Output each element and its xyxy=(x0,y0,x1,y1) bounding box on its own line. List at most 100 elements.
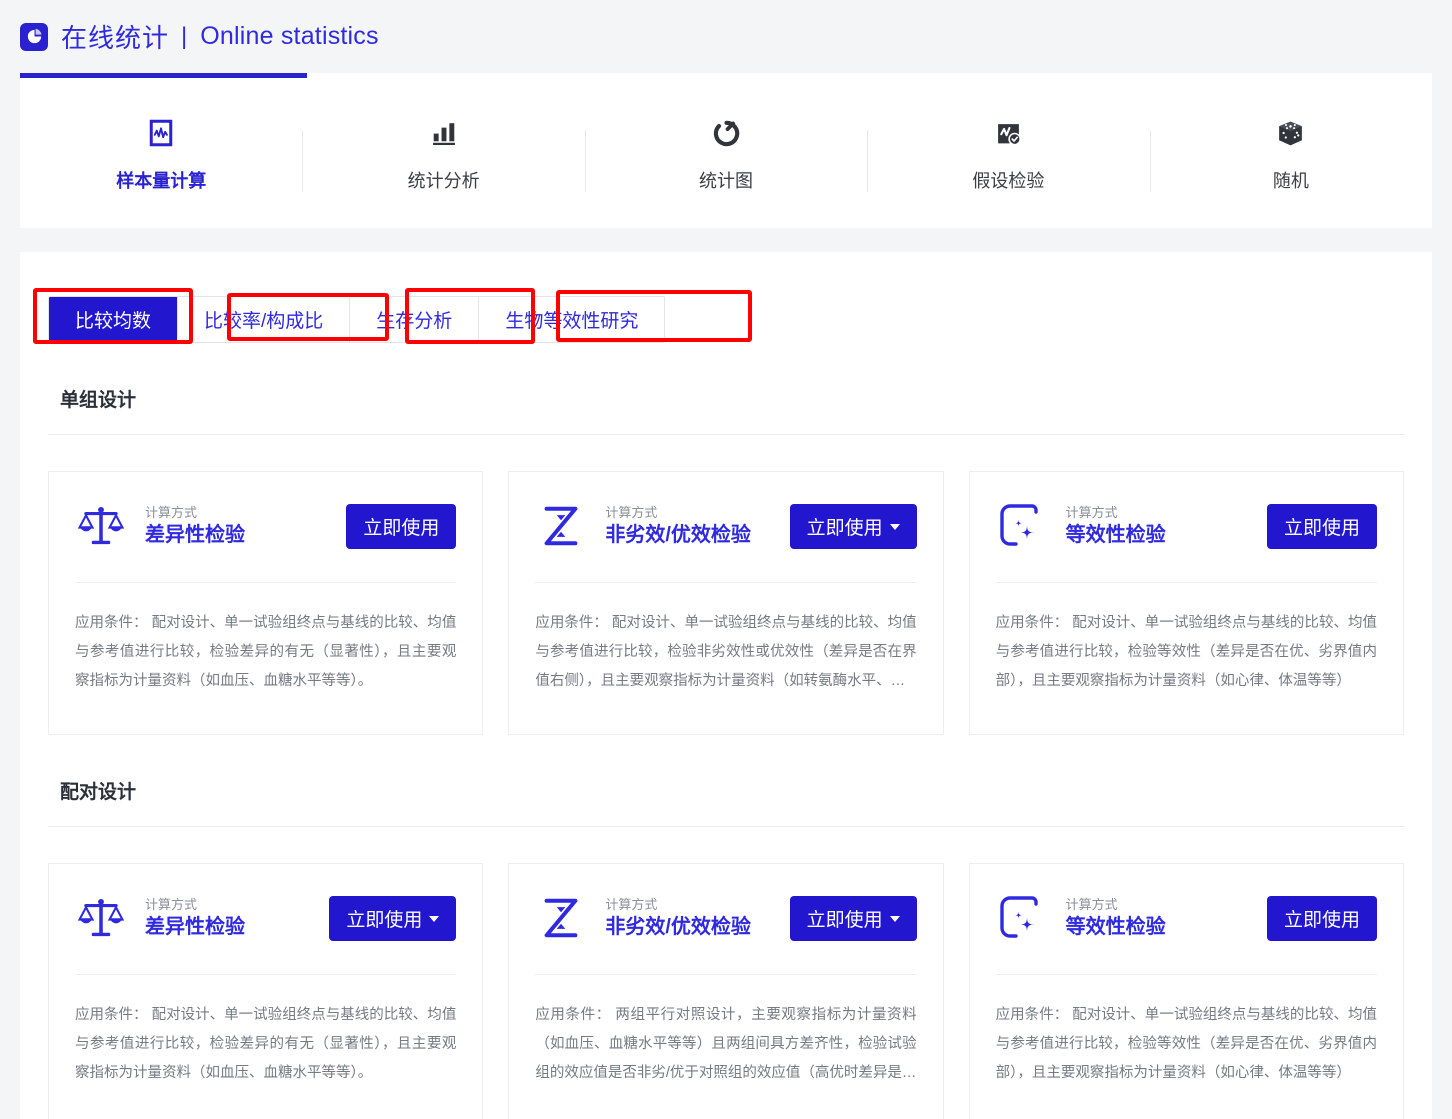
use-now-label: 立即使用 xyxy=(806,909,883,931)
use-now-button[interactable]: 立即使用 xyxy=(1266,895,1377,941)
use-now-button[interactable]: 立即使用 xyxy=(1266,503,1377,549)
card-kicker: 计算方式 xyxy=(605,504,658,520)
card-divider xyxy=(535,582,917,583)
sample-size-chart-icon xyxy=(146,116,176,150)
sparkle-frame-icon xyxy=(996,500,1048,552)
nav-item-statistical-charts[interactable]: 统计图 xyxy=(584,108,867,193)
card-head: 计算方式 差异性检验 立即使用 xyxy=(75,500,457,582)
card-title: 等效性检验 xyxy=(1065,524,1166,547)
card-description: 应用条件： 两组平行对照设计，主要观察指标为计量资料（如血压、血糖水平等等）且两… xyxy=(535,1007,917,1081)
tabstrip-wrap: 比较均数 比较率/构成比 生存分析 生物等效性研究 xyxy=(33,288,1404,344)
use-now-label: 立即使用 xyxy=(806,517,883,539)
hourglass-icon xyxy=(535,500,587,552)
nav-item-randomization[interactable]: 随机 xyxy=(1149,108,1432,193)
use-now-button[interactable]: 立即使用 xyxy=(789,503,917,549)
card-titles: 计算方式 差异性检验 xyxy=(145,503,328,550)
card-title: 非劣效/优效检验 xyxy=(605,524,751,547)
tab-label: 生存分析 xyxy=(376,311,453,332)
tab-label: 生物等效性研究 xyxy=(505,311,639,332)
sparkle-frame-icon xyxy=(996,892,1048,944)
section-title: 单组设计 xyxy=(60,390,137,411)
tab-bioequivalence[interactable]: 生物等效性研究 xyxy=(479,297,665,342)
chevron-down-icon xyxy=(889,916,900,922)
card-row: 计算方式 差异性检验 立即使用 应用条件： 配对设计、单一试验组终点与基线的比较… xyxy=(48,471,1404,735)
card-titles: 计算方式 非劣效/优效检验 xyxy=(605,503,771,550)
donut-chart-icon xyxy=(712,116,741,150)
card-title: 差异性检验 xyxy=(145,524,245,547)
card-description: 应用条件： 配对设计、单一试验组终点与基线的比较、均值与参考值进行比较，检验等效… xyxy=(995,615,1377,689)
nav-item-statistical-analysis[interactable]: 统计分析 xyxy=(302,108,584,193)
chevron-down-icon xyxy=(429,916,440,922)
check-chart-icon xyxy=(994,116,1023,150)
tab-label: 比较均数 xyxy=(75,311,152,332)
card-kicker: 计算方式 xyxy=(1065,504,1118,520)
section-single-group: 单组设计 计算方式 差异性检验 立即使用 应用条件： 配对设计、单一试验组终点与… xyxy=(48,385,1404,735)
bar-chart-icon xyxy=(430,116,458,150)
card-titles: 计算方式 非劣效/优效检验 xyxy=(605,895,771,942)
card-row: 计算方式 差异性检验 立即使用 应用条件： 配对设计、单一试验组终点与基线的比较… xyxy=(48,863,1404,1119)
hourglass-icon xyxy=(535,892,587,944)
use-now-button[interactable]: 立即使用 xyxy=(346,503,457,549)
nav-item-hypothesis-test[interactable]: 假设检验 xyxy=(867,108,1149,193)
use-now-label: 立即使用 xyxy=(1283,517,1360,539)
card-description: 应用条件： 配对设计、单一试验组终点与基线的比较、均值与参考值进行比较，检验差异… xyxy=(75,615,457,689)
tab-compare-rates[interactable]: 比较率/构成比 xyxy=(178,297,351,342)
card-title: 差异性检验 xyxy=(145,916,245,939)
nav-item-label: 统计图 xyxy=(699,171,754,191)
card-kicker: 计算方式 xyxy=(145,504,198,520)
card-description: 应用条件： 配对设计、单一试验组终点与基线的比较、均值与参考值进行比较，检验等效… xyxy=(995,1007,1377,1081)
card-kicker: 计算方式 xyxy=(605,896,658,912)
card-equivalence-test[interactable]: 计算方式 等效性检验 立即使用 应用条件： 配对设计、单一试验组终点与基线的比较… xyxy=(968,471,1404,735)
category-tabstrip: 比较均数 比较率/构成比 生存分析 生物等效性研究 xyxy=(48,296,666,343)
nav-item-label: 随机 xyxy=(1272,171,1309,191)
card-description: 应用条件： 配对设计、单一试验组终点与基线的比较、均值与参考值进行比较，检验非劣… xyxy=(535,615,917,689)
card-head: 计算方式 等效性检验 立即使用 xyxy=(996,500,1377,582)
use-now-button[interactable]: 立即使用 xyxy=(329,895,457,941)
card-difference-test[interactable]: 计算方式 差异性检验 立即使用 应用条件： 配对设计、单一试验组终点与基线的比较… xyxy=(48,471,484,735)
card-title: 等效性检验 xyxy=(1065,916,1166,939)
card-equivalence-test[interactable]: 计算方式 等效性检验 立即使用 应用条件： 配对设计、单一试验组终点与基线的比较… xyxy=(968,863,1404,1119)
use-now-label: 立即使用 xyxy=(363,517,440,539)
content-panel: 比较均数 比较率/构成比 生存分析 生物等效性研究 单组设计 计算方式 差异性检… xyxy=(20,252,1432,1119)
pie-chart-icon xyxy=(20,22,48,51)
card-head: 计算方式 差异性检验 立即使用 xyxy=(75,892,457,974)
card-difference-test[interactable]: 计算方式 差异性检验 立即使用 应用条件： 配对设计、单一试验组终点与基线的比较… xyxy=(48,863,484,1119)
nav-item-sample-size[interactable]: 样本量计算 xyxy=(20,108,302,193)
card-divider xyxy=(75,582,457,583)
use-now-label: 立即使用 xyxy=(1283,909,1360,931)
tab-compare-means[interactable]: 比较均数 xyxy=(49,297,179,342)
section-paired-design: 配对设计 计算方式 差异性检验 立即使用 应用条件： 配对设计、单一试验组终点与… xyxy=(48,777,1404,1119)
nav-item-label: 样本量计算 xyxy=(116,171,207,191)
card-noninferiority-superiority-test[interactable]: 计算方式 非劣效/优效检验 立即使用 应用条件： 两组平行对照设计，主要观察指标… xyxy=(508,863,944,1119)
card-head: 计算方式 等效性检验 立即使用 xyxy=(996,892,1377,974)
card-divider xyxy=(995,582,1377,583)
section-divider xyxy=(48,434,1404,435)
card-head: 计算方式 非劣效/优效检验 立即使用 xyxy=(535,892,917,974)
use-now-label: 立即使用 xyxy=(346,909,423,931)
tab-label: 比较率/构成比 xyxy=(204,311,324,332)
balance-scale-icon xyxy=(75,500,127,552)
card-divider xyxy=(75,974,457,975)
card-description: 应用条件： 配对设计、单一试验组终点与基线的比较、均值与参考值进行比较，检验差异… xyxy=(75,1007,457,1081)
tab-survival-analysis[interactable]: 生存分析 xyxy=(350,297,480,342)
card-titles: 计算方式 差异性检验 xyxy=(145,895,311,942)
card-title: 非劣效/优效检验 xyxy=(605,916,751,939)
card-divider xyxy=(995,974,1377,975)
nav-item-label: 统计分析 xyxy=(407,171,480,191)
section-title: 配对设计 xyxy=(60,782,137,803)
brand-title-en: Online statistics xyxy=(200,22,379,50)
card-kicker: 计算方式 xyxy=(1065,896,1118,912)
card-titles: 计算方式 等效性检验 xyxy=(1066,895,1249,942)
brand-separator: | xyxy=(181,22,188,50)
use-now-button[interactable]: 立即使用 xyxy=(789,895,917,941)
primary-nav-panel: 样本量计算 统计分析 统计图 假设检验 随机 xyxy=(20,73,1432,228)
balance-scale-icon xyxy=(75,892,127,944)
card-head: 计算方式 非劣效/优效检验 立即使用 xyxy=(535,500,917,582)
app-header: 在线统计 | Online statistics xyxy=(0,0,1452,73)
card-kicker: 计算方式 xyxy=(145,896,198,912)
chevron-down-icon xyxy=(889,524,900,530)
card-noninferiority-superiority-test[interactable]: 计算方式 非劣效/优效检验 立即使用 应用条件： 配对设计、单一试验组终点与基线… xyxy=(508,471,944,735)
primary-nav-list: 样本量计算 统计分析 统计图 假设检验 随机 xyxy=(20,73,1432,228)
card-divider xyxy=(535,974,917,975)
dice-icon xyxy=(1276,116,1305,150)
